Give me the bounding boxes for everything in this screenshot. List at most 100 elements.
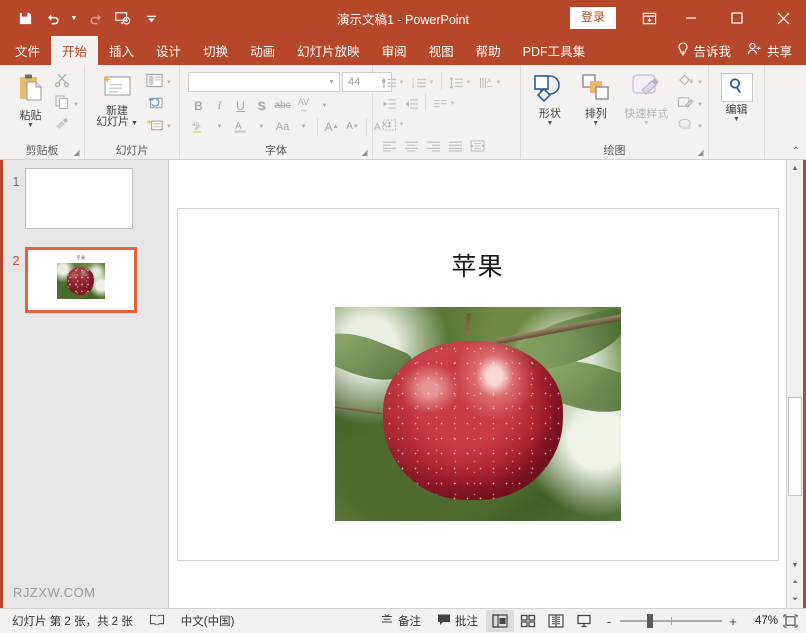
layout-dropdown-caret[interactable]: ▼ <box>166 80 172 86</box>
tab-transitions[interactable]: 切换 <box>192 36 239 65</box>
text-direction-button[interactable]: A ▼ <box>475 72 505 93</box>
slideshow-view-button[interactable] <box>570 610 598 632</box>
reset-button[interactable] <box>145 94 173 115</box>
language-status[interactable]: 中文(中国) <box>173 609 243 633</box>
reading-view-button[interactable] <box>542 610 570 632</box>
drawing-dialog-launcher[interactable]: ◢ <box>696 148 705 157</box>
copy-button[interactable]: ▼ <box>53 94 80 115</box>
editing-button[interactable]: 编辑 ▼ <box>713 70 760 123</box>
character-spacing-button[interactable]: AV ↔ <box>293 95 314 116</box>
zoom-out-button[interactable]: - <box>604 614 614 629</box>
minimize-button[interactable] <box>668 0 714 36</box>
scroll-track[interactable] <box>787 177 803 557</box>
shape-effects-caret[interactable]: ▼ <box>697 124 703 130</box>
zoom-thumb[interactable] <box>647 614 653 628</box>
change-case-button[interactable]: Aa <box>272 116 293 137</box>
slide-title-text[interactable]: 苹果 <box>178 247 778 283</box>
slide-image-apple[interactable] <box>335 307 621 521</box>
align-text-caret[interactable]: ▼ <box>399 122 405 128</box>
text-highlight-caret[interactable]: ▼ <box>209 116 230 137</box>
thumbnail-slide-1[interactable]: 1 <box>3 160 168 229</box>
character-spacing-caret[interactable]: ▼ <box>314 95 335 116</box>
arrange-caret[interactable]: ▼ <box>592 120 599 127</box>
paste-dropdown-caret[interactable]: ▼ <box>27 122 34 129</box>
zoom-track[interactable] <box>620 620 722 622</box>
decrease-font-size-button[interactable]: A▼ <box>342 116 363 137</box>
undo-dropdown-caret[interactable]: ▼ <box>68 5 80 31</box>
tab-view[interactable]: 视图 <box>418 36 465 65</box>
section-button[interactable]: ▼ <box>145 116 173 137</box>
zoom-in-button[interactable]: + <box>728 614 738 629</box>
clipboard-dialog-launcher[interactable]: ◢ <box>72 148 81 157</box>
scroll-thumb[interactable] <box>788 397 802 496</box>
justify-button[interactable] <box>444 135 466 156</box>
tab-animations[interactable]: 动画 <box>239 36 286 65</box>
close-button[interactable] <box>760 0 806 36</box>
slide-edit-area[interactable]: 苹果 <box>169 160 786 608</box>
zoom-slider[interactable]: - + <box>598 614 744 629</box>
start-slideshow-icon[interactable] <box>110 5 136 31</box>
strikethrough-button[interactable]: abc <box>272 95 293 116</box>
zoom-percent-label[interactable]: 47% <box>744 615 778 627</box>
tell-me-button[interactable]: 告诉我 <box>669 36 739 65</box>
scroll-down-arrow[interactable]: ▼ <box>787 557 803 574</box>
tab-review[interactable]: 审阅 <box>371 36 418 65</box>
paste-button[interactable]: 粘贴 ▼ <box>8 70 53 129</box>
align-right-button[interactable] <box>422 135 444 156</box>
thumbnail-slide-2[interactable]: 2 苹果 <box>3 239 168 313</box>
increase-indent-button[interactable] <box>400 93 422 114</box>
arrange-button[interactable]: 排列 ▼ <box>573 70 619 127</box>
fit-slide-to-window-button[interactable] <box>778 610 802 632</box>
bullets-caret[interactable]: ▼ <box>399 80 405 86</box>
font-color-caret[interactable]: ▼ <box>251 116 272 137</box>
bullets-button[interactable]: ▼ <box>378 72 408 93</box>
slide-canvas[interactable]: 苹果 <box>177 208 779 561</box>
share-button[interactable]: 共享 <box>739 36 800 65</box>
thumbnail-frame-1[interactable] <box>25 168 133 229</box>
font-dialog-launcher[interactable]: ◢ <box>360 148 369 157</box>
tab-insert[interactable]: 插入 <box>98 36 145 65</box>
format-painter-button[interactable] <box>53 116 80 137</box>
scroll-up-arrow[interactable]: ▲ <box>787 160 803 177</box>
numbering-button[interactable]: 123 ▼ <box>408 72 438 93</box>
shape-fill-caret[interactable]: ▼ <box>697 80 703 86</box>
next-slide-button[interactable]: ⏷ <box>787 591 803 608</box>
columns-layout-button[interactable] <box>466 135 488 156</box>
italic-button[interactable]: I <box>209 95 230 116</box>
thumbnail-frame-2[interactable]: 苹果 <box>25 247 137 313</box>
maximize-button[interactable] <box>714 0 760 36</box>
layout-button[interactable]: ▼ <box>145 72 173 93</box>
font-name-input[interactable]: ▼ <box>188 72 340 92</box>
undo-icon[interactable] <box>40 5 66 31</box>
text-direction-caret[interactable]: ▼ <box>496 80 502 86</box>
bold-button[interactable]: B <box>188 95 209 116</box>
line-spacing-button[interactable]: ▼ <box>445 72 475 93</box>
previous-slide-button[interactable]: ⏶ <box>787 574 803 591</box>
tab-slideshow[interactable]: 幻灯片放映 <box>286 36 371 65</box>
spellcheck-button[interactable] <box>141 609 173 633</box>
shape-fill-button[interactable]: ▼ <box>676 72 704 93</box>
slide-count-status[interactable]: 幻灯片 第 2 张，共 2 张 <box>4 609 141 633</box>
numbering-caret[interactable]: ▼ <box>429 80 435 86</box>
notes-button[interactable]: 备注 <box>372 609 429 633</box>
font-color-button[interactable]: A <box>230 116 251 137</box>
line-spacing-caret[interactable]: ▼ <box>466 80 472 86</box>
columns-button[interactable]: ▼ <box>429 93 459 114</box>
tab-design[interactable]: 设计 <box>145 36 192 65</box>
cut-button[interactable] <box>53 72 80 93</box>
tab-home[interactable]: 开始 <box>51 36 98 65</box>
font-name-caret[interactable]: ▼ <box>328 79 335 86</box>
text-shadow-button[interactable]: S <box>251 95 272 116</box>
shape-outline-caret[interactable]: ▼ <box>697 102 703 108</box>
align-text-button[interactable]: ▼ <box>378 114 408 135</box>
normal-view-button[interactable] <box>486 610 514 632</box>
copy-dropdown-caret[interactable]: ▼ <box>73 102 79 108</box>
increase-font-size-button[interactable]: A▲ <box>321 116 342 137</box>
vertical-scrollbar[interactable]: ▲ ▼ ⏶ ⏷ <box>786 160 803 608</box>
shape-effects-button[interactable]: ▼ <box>676 116 704 137</box>
editing-caret[interactable]: ▼ <box>733 116 740 123</box>
change-case-caret[interactable]: ▼ <box>293 116 314 137</box>
ribbon-display-options-icon[interactable] <box>630 0 668 36</box>
decrease-indent-button[interactable] <box>378 93 400 114</box>
shapes-caret[interactable]: ▼ <box>546 120 553 127</box>
